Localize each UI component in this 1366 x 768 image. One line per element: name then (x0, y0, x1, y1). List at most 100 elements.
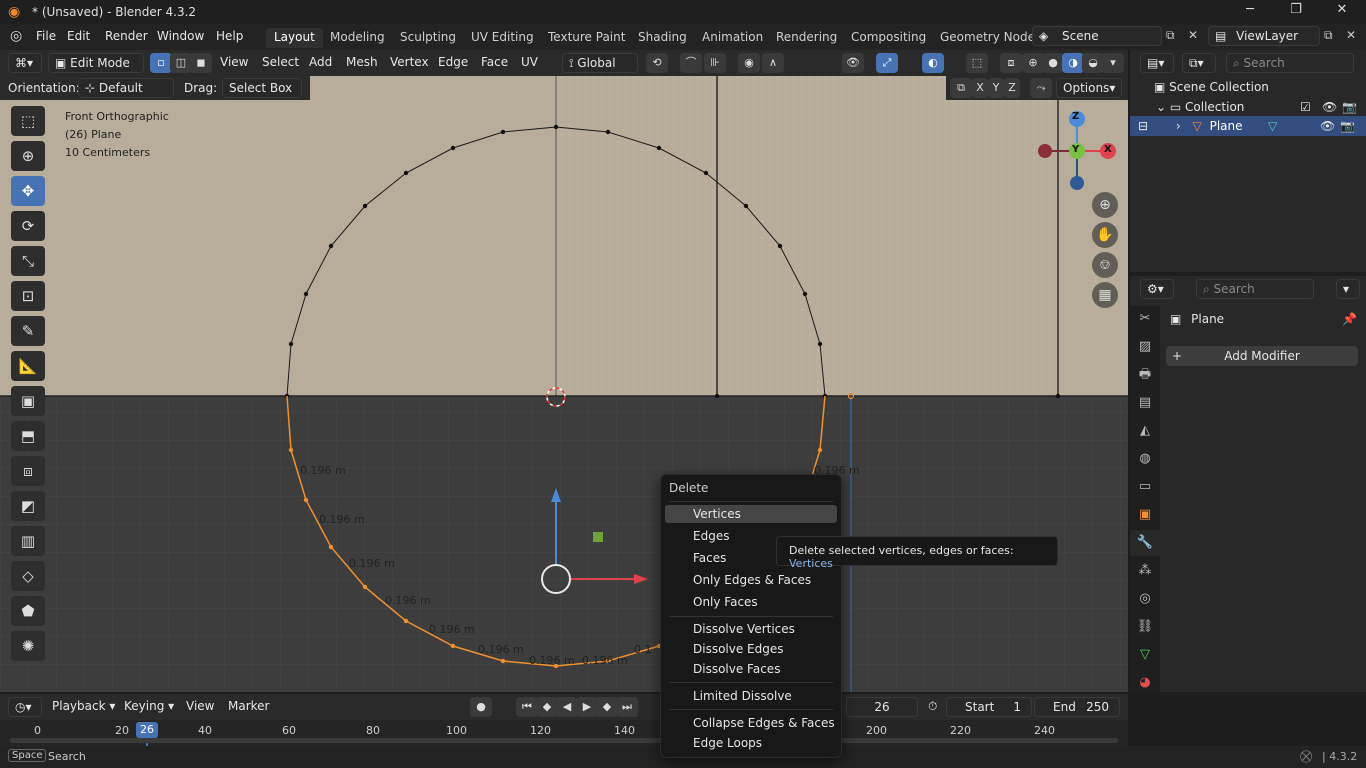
tab-texture-paint[interactable]: Texture Paint (540, 28, 633, 48)
marker-menu[interactable]: Marker (228, 699, 269, 713)
tool-properties-icon[interactable]: ✂ (1130, 306, 1160, 332)
tab-sculpting[interactable]: Sculpting (392, 28, 464, 48)
current-frame-field[interactable]: 26 (846, 697, 918, 717)
outliner-search-input[interactable]: ⌕ Search (1226, 53, 1354, 73)
wireframe-shading-icon[interactable]: ⊕ (1022, 53, 1044, 73)
mirror-icon[interactable]: ⧉ (950, 78, 972, 98)
blender-menu-icon[interactable]: ◎ (10, 28, 22, 44)
playback-menu[interactable]: Playback ▾ (52, 699, 115, 713)
properties-options-dropdown[interactable]: ▾ (1336, 279, 1360, 299)
move-tool-icon[interactable]: ✥ (11, 176, 45, 206)
knife-tool-icon[interactable]: ◇ (11, 561, 45, 591)
menu-help[interactable]: Help (216, 29, 243, 43)
close-button[interactable]: ✕ (1322, 2, 1362, 22)
camera-view-icon[interactable]: ⎊ (1092, 252, 1118, 278)
playhead[interactable]: 26 (136, 722, 158, 738)
delete-view-layer-icon[interactable]: ✕ (1346, 28, 1356, 42)
annotate-tool-icon[interactable]: ✎ (11, 316, 45, 346)
transform-orientation-dropdown[interactable]: ⟟ Global (562, 53, 638, 73)
mode-dropdown[interactable]: ▣ Edit Mode (48, 53, 144, 73)
properties-editor-type[interactable]: ⚙▾ (1140, 279, 1174, 299)
pivot-point-icon[interactable]: ⟲ (646, 53, 668, 73)
poly-build-tool-icon[interactable]: ⬟ (11, 596, 45, 626)
mesh-data-icon[interactable]: ▽ (1268, 119, 1277, 133)
menu-select[interactable]: Select (262, 55, 299, 69)
menu-item-dissolve-faces[interactable]: Dissolve Faces (665, 660, 837, 678)
pan-hand-icon[interactable]: ✋ (1092, 222, 1118, 248)
shading-options-icon[interactable]: ▾ (1102, 53, 1124, 73)
mirror-x-button[interactable]: X (972, 78, 988, 98)
spin-tool-icon[interactable]: ✺ (11, 631, 45, 661)
end-frame-field[interactable]: End 250 (1034, 697, 1120, 717)
scale-tool-icon[interactable]: ⤡ (11, 246, 45, 276)
output-properties-icon[interactable]: 🖶 (1130, 362, 1160, 388)
snap-toggle-icon[interactable]: ⌒ (680, 53, 702, 73)
material-shading-icon[interactable]: ◑ (1062, 53, 1084, 73)
scene-properties-icon[interactable]: ◭ (1130, 418, 1160, 444)
tab-geometry-nodes[interactable]: Geometry Node (932, 28, 1043, 48)
start-frame-field[interactable]: Start 1 (946, 697, 1032, 717)
gizmo-toggle-icon[interactable]: ⤢ (876, 53, 898, 73)
menu-uv[interactable]: UV (521, 55, 538, 69)
visibility-icon[interactable]: 👁 (842, 53, 864, 73)
play-icon[interactable]: ▶ (576, 697, 598, 717)
falloff-icon[interactable]: ∧ (762, 53, 784, 73)
menu-item-only-faces[interactable]: Only Faces (665, 593, 837, 611)
menu-edge[interactable]: Edge (438, 55, 468, 69)
menu-item-limited-dissolve[interactable]: Limited Dissolve (665, 687, 837, 705)
collection-row[interactable]: ⌄ ▭ Collection ☑ 👁 📷 (1156, 100, 1364, 114)
render-properties-icon[interactable]: ▨ (1130, 334, 1160, 360)
camera-icon[interactable]: 📷 (1340, 119, 1355, 133)
tab-layout[interactable]: Layout (266, 28, 323, 48)
menu-item-edge-loops[interactable]: Edge Loops (665, 734, 837, 752)
timeline-view-menu[interactable]: View (186, 699, 214, 713)
eye-icon[interactable]: 👁 (1322, 100, 1337, 114)
new-view-layer-icon[interactable]: ⧉ (1324, 28, 1333, 43)
pin-icon[interactable]: 📌 (1342, 312, 1357, 326)
solid-shading-icon[interactable]: ● (1042, 53, 1064, 73)
jump-end-icon[interactable]: ⏭ (616, 697, 638, 717)
keying-menu[interactable]: Keying ▾ (124, 699, 174, 713)
menu-vertex[interactable]: Vertex (390, 55, 429, 69)
menu-face[interactable]: Face (481, 55, 508, 69)
menu-file[interactable]: File (36, 29, 56, 43)
next-keyframe-icon[interactable]: ◆ (596, 697, 618, 717)
mirror-y-button[interactable]: Y (988, 78, 1004, 98)
bevel-tool-icon[interactable]: ◩ (11, 491, 45, 521)
face-select-icon[interactable]: ◼ (190, 53, 212, 73)
constraints-properties-icon[interactable]: ⛓ (1130, 614, 1160, 640)
menu-view[interactable]: View (220, 55, 248, 69)
xray-toggle-icon[interactable]: ⧈ (1000, 53, 1022, 73)
menu-item-vertices[interactable]: Vertices (665, 505, 837, 523)
overlays-toggle-icon[interactable]: ◐ (922, 53, 944, 73)
new-scene-icon[interactable]: ⧉ (1166, 28, 1175, 43)
menu-item-only-edges-faces[interactable]: Only Edges & Faces (665, 571, 837, 589)
select-box-tool-icon[interactable]: ⬚ (11, 106, 45, 136)
scene-selector[interactable]: ◈ Scene (1032, 26, 1162, 46)
physics-properties-icon[interactable]: ◎ (1130, 586, 1160, 612)
eye-icon[interactable]: 👁 (1320, 119, 1335, 133)
edge-select-icon[interactable]: ◫ (170, 53, 192, 73)
vertex-select-icon[interactable]: ▫ (150, 53, 172, 73)
play-reverse-icon[interactable]: ◀ (556, 697, 578, 717)
object-properties-icon[interactable]: ▣ (1130, 502, 1160, 528)
zoom-icon[interactable]: ⊕ (1092, 192, 1118, 218)
delete-scene-icon[interactable]: ✕ (1188, 28, 1198, 42)
tab-modeling[interactable]: Modeling (322, 28, 393, 48)
jump-start-icon[interactable]: ⏮ (516, 697, 538, 717)
menu-add[interactable]: Add (309, 55, 332, 69)
world-properties-icon[interactable]: ◍ (1130, 446, 1160, 472)
auto-merge-icon[interactable]: ⤳ (1030, 78, 1052, 98)
timeline-scrollbar[interactable] (10, 738, 1118, 743)
view-layer-properties-icon[interactable]: ▤ (1130, 390, 1160, 416)
stopwatch-icon[interactable]: ⏱ (928, 699, 937, 714)
orientation-dropdown[interactable]: ⊹ Default (78, 78, 174, 98)
menu-item-dissolve-edges[interactable]: Dissolve Edges (665, 640, 837, 658)
toggle-ortho-grid-icon[interactable]: ▦ (1092, 282, 1118, 308)
rendered-shading-icon[interactable]: ◒ (1082, 53, 1104, 73)
particles-properties-icon[interactable]: ⁂ (1130, 558, 1160, 584)
checkbox-icon[interactable]: ☑ (1300, 100, 1311, 114)
prev-keyframe-icon[interactable]: ◆ (536, 697, 558, 717)
tab-uv-editing[interactable]: UV Editing (463, 28, 542, 48)
viewport-canvas[interactable] (0, 76, 1128, 692)
